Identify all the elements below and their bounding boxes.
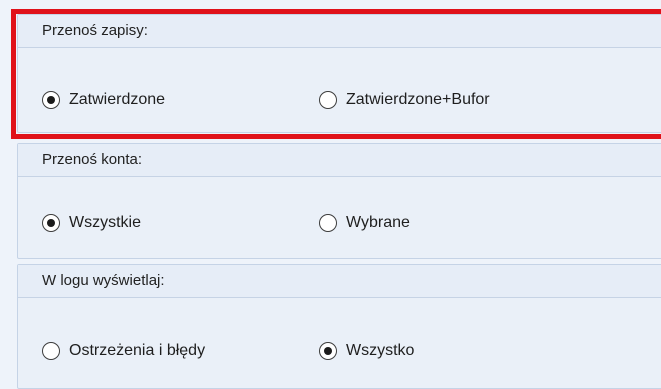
radio-unchecked-icon[interactable] bbox=[42, 342, 60, 360]
radio-checked-icon[interactable] bbox=[42, 91, 60, 109]
group-header: Przenoś konta: bbox=[18, 144, 661, 177]
radio-wszystko[interactable]: Wszystko bbox=[319, 341, 414, 361]
radio-unchecked-icon[interactable] bbox=[319, 214, 337, 232]
radio-checked-icon[interactable] bbox=[319, 342, 337, 360]
radio-label-zatwierdzone: Zatwierdzone bbox=[69, 91, 166, 108]
group-title-w-logu-wyswietlaj: W logu wyświetlaj: bbox=[42, 272, 165, 289]
group-title-przenos-zapisy: Przenoś zapisy: bbox=[42, 22, 148, 39]
group-przenos-konta: Przenoś konta: Wszystkie Wybrane bbox=[17, 143, 661, 259]
radio-label-wybrane: Wybrane bbox=[346, 214, 410, 231]
radio-label-zatwierdzone-bufor: Zatwierdzone+Bufor bbox=[346, 91, 490, 108]
group-title-przenos-konta: Przenoś konta: bbox=[42, 151, 143, 168]
radio-unchecked-icon[interactable] bbox=[319, 91, 337, 109]
radio-label-wszystko: Wszystko bbox=[346, 342, 415, 359]
radio-ostrzezenia-i-bledy[interactable]: Ostrzeżenia i błędy bbox=[42, 341, 205, 361]
radio-zatwierdzone[interactable]: Zatwierdzone bbox=[42, 90, 165, 110]
group-przenos-zapisy: Przenoś zapisy: Zatwierdzone Zatwierdzon… bbox=[17, 14, 661, 133]
group-w-logu-wyswietlaj: W logu wyświetlaj: Ostrzeżenia i błędy W… bbox=[17, 264, 661, 389]
radio-wybrane[interactable]: Wybrane bbox=[319, 213, 410, 233]
radio-zatwierdzone-bufor[interactable]: Zatwierdzone+Bufor bbox=[319, 90, 490, 110]
radio-wszystkie[interactable]: Wszystkie bbox=[42, 213, 141, 233]
radio-label-ostrzezenia-i-bledy: Ostrzeżenia i błędy bbox=[69, 342, 206, 359]
group-header: Przenoś zapisy: bbox=[18, 15, 661, 48]
group-header: W logu wyświetlaj: bbox=[18, 265, 661, 298]
radio-label-wszystkie: Wszystkie bbox=[69, 214, 141, 231]
radio-checked-icon[interactable] bbox=[42, 214, 60, 232]
